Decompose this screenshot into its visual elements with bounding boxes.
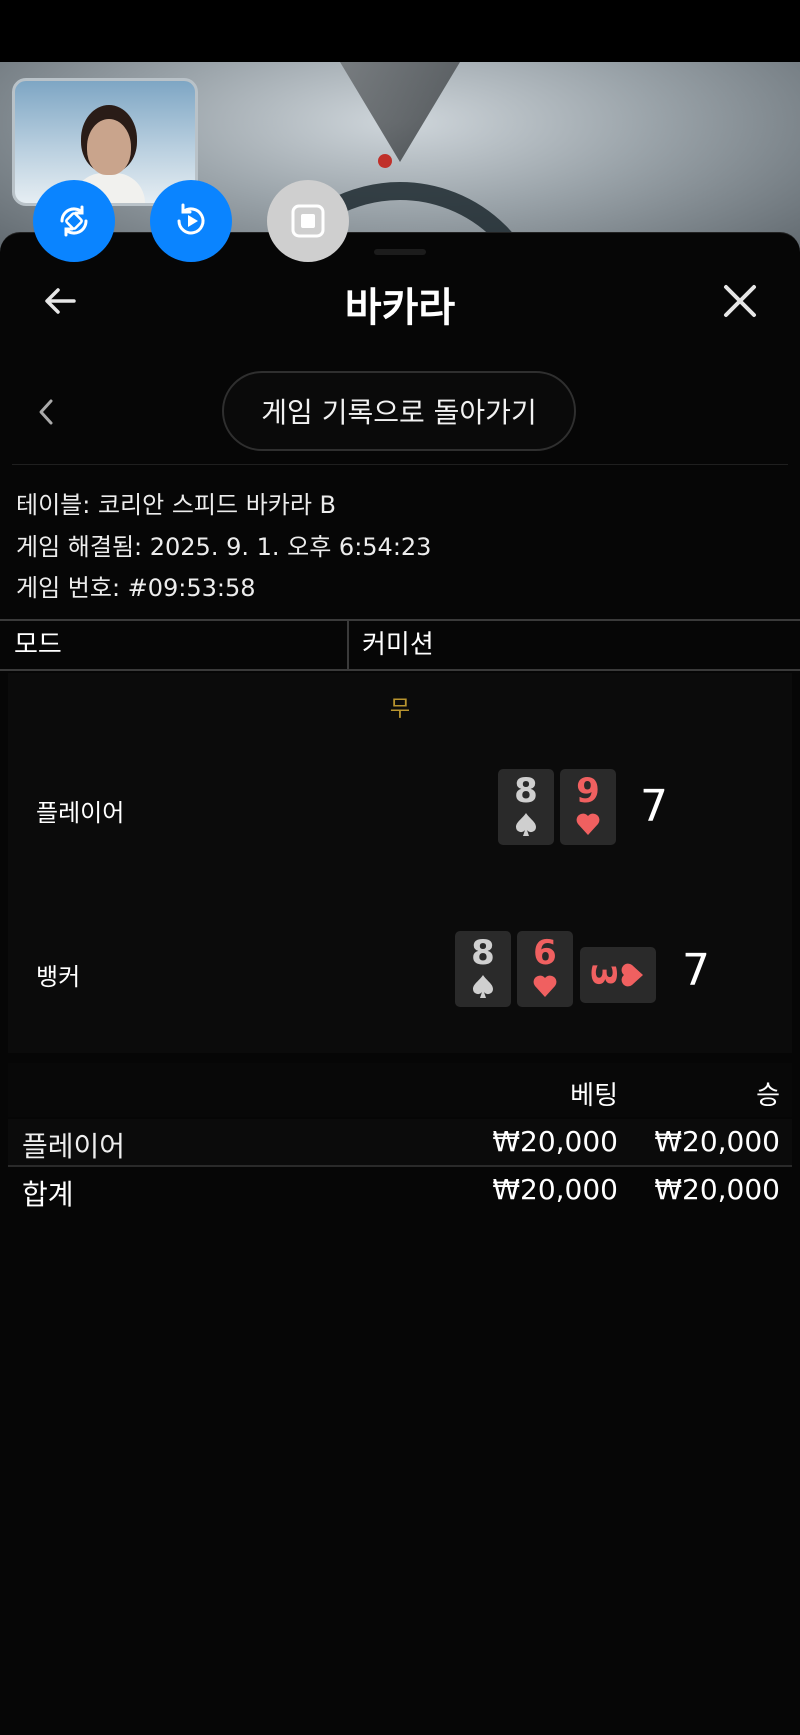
win-amount: ₩20,000 — [654, 1125, 780, 1158]
page-title: 바카라 — [344, 285, 456, 331]
video-decoration — [340, 62, 460, 162]
sheet-drag-handle[interactable] — [374, 249, 426, 255]
replay-button[interactable] — [150, 180, 232, 262]
divider — [347, 621, 349, 669]
chevron-left-icon — [39, 399, 53, 425]
heart-icon — [576, 813, 600, 835]
banker-score: 7 — [682, 945, 710, 996]
total-label: 합계 — [22, 1178, 74, 1211]
bet-name: 플레이어 — [22, 1130, 126, 1163]
close-button[interactable] — [716, 277, 764, 325]
card-rank: 8 — [471, 933, 495, 973]
playing-card: 8 — [455, 931, 511, 1007]
heart-icon — [533, 975, 557, 997]
playing-card: 6 — [517, 931, 573, 1007]
mode-label: 모드 — [14, 630, 62, 660]
rotate-screen-icon — [60, 205, 88, 237]
bets-header: 베팅 승 — [8, 1063, 792, 1117]
spade-icon — [516, 813, 536, 836]
dealer-figure — [87, 119, 131, 175]
stop-button[interactable] — [267, 180, 349, 262]
divider — [12, 464, 788, 465]
playing-card: 9 — [560, 769, 616, 845]
total-row: 합계 ₩20,000 ₩20,000 — [8, 1167, 792, 1213]
total-bet-amount: ₩20,000 — [492, 1173, 618, 1206]
game-number: 게임 번호: #09:53:58 — [16, 574, 256, 602]
playing-card-sideways: 3 — [580, 947, 656, 1003]
stop-icon — [291, 204, 325, 238]
player-label: 플레이어 — [36, 799, 125, 827]
prev-game-button[interactable] — [28, 391, 64, 433]
mode-row: 모드 커미션 — [0, 619, 800, 671]
column-header-bet: 베팅 — [570, 1081, 618, 1111]
card-rank: 3 — [582, 963, 623, 987]
player-score: 7 — [640, 781, 668, 832]
table-name: 테이블: 코리안 스피드 바카라 B — [16, 491, 337, 519]
playing-card: 8 — [498, 769, 554, 845]
column-header-win: 승 — [756, 1081, 780, 1111]
card-rank: 6 — [533, 933, 557, 973]
banker-label: 뱅커 — [36, 963, 81, 991]
resolved-time: 게임 해결됨: 2025. 9. 1. 오후 6:54:23 — [16, 533, 432, 561]
game-detail-sheet: 바카라 게임 기록으로 돌아가기 테이블: 코리안 스피드 바카라 B 게임 해… — [0, 232, 800, 1735]
heart-icon — [621, 963, 643, 987]
bet-amount: ₩20,000 — [492, 1125, 618, 1158]
status-bar — [0, 0, 800, 62]
close-icon — [724, 285, 756, 317]
card-rank: 8 — [514, 771, 538, 811]
spade-icon — [473, 975, 493, 998]
total-win-amount: ₩20,000 — [654, 1173, 780, 1206]
rotate-screen-button[interactable] — [33, 180, 115, 262]
card-rank: 9 — [576, 771, 600, 811]
result-panel: 무 플레이어 8 9 7 뱅커 8 6 3 7 — [8, 673, 792, 1053]
replay-icon — [177, 203, 205, 235]
table-row: 플레이어 ₩20,000 ₩20,000 — [8, 1119, 792, 1167]
video-decoration — [378, 154, 392, 168]
mode-value: 커미션 — [362, 630, 434, 660]
outcome-label: 무 — [389, 697, 411, 722]
back-to-history-button[interactable]: 게임 기록으로 돌아가기 — [222, 371, 576, 451]
